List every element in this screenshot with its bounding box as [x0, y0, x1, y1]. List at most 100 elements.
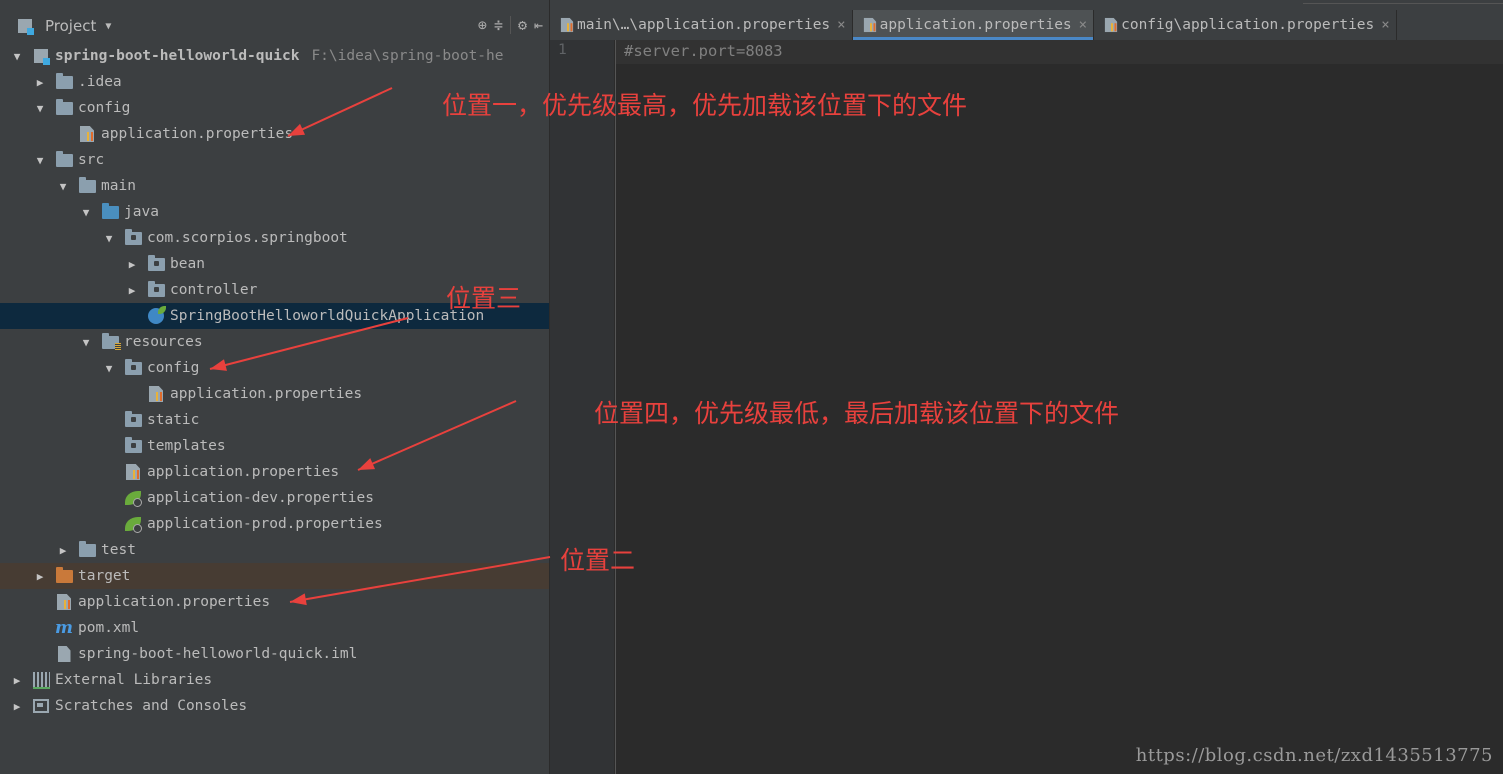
project-tree: ▼ spring-boot-helloworld-quick F:\idea\spr… [0, 43, 549, 719]
expand-arrow-down-icon[interactable]: ▼ [10, 50, 24, 63]
tree-row[interactable]: ▶application.properties [0, 459, 549, 485]
close-icon[interactable]: × [1381, 17, 1389, 33]
folder-icon [55, 98, 73, 116]
expand-arrow-down-icon[interactable]: ▼ [102, 362, 116, 375]
properties-file-icon [560, 17, 574, 33]
chevron-down-icon: ▼ [105, 20, 112, 32]
tree-item-label: SpringBootHelloworldQuickApplication [170, 308, 485, 324]
tree-row[interactable]: ▶application.properties [0, 121, 549, 147]
tree-row[interactable]: ▶ External Libraries [0, 667, 549, 693]
tree-row[interactable]: ▼ spring-boot-helloworld-quick F:\idea\spr… [0, 43, 549, 69]
tree-item-label: pom.xml [78, 620, 140, 636]
tree-row[interactable]: ▶application.properties [0, 589, 549, 615]
spring-config-icon [124, 516, 142, 533]
tree-item-label: application.properties [147, 464, 340, 480]
expand-arrow-right-icon[interactable]: ▶ [125, 258, 139, 271]
tree-item-label: application-dev.properties [147, 490, 374, 506]
expand-arrow-down-icon[interactable]: ▼ [33, 154, 47, 167]
close-icon[interactable]: × [1079, 17, 1087, 33]
hide-icon[interactable]: ⇤ [534, 16, 543, 34]
tree-item-label: com.scorpios.springboot [147, 230, 348, 246]
tree-item-label: spring-boot-helloworld-quick.iml [78, 646, 358, 662]
code-line-1[interactable]: #server.port=8083 [624, 42, 783, 60]
tree-row[interactable]: ▶static [0, 407, 549, 433]
panel-title: Project [45, 17, 97, 35]
package-icon [124, 410, 142, 428]
project-panel-header: Project ▼ ⊕ ≑ ⚙ ⇤ [0, 10, 549, 42]
tree-row[interactable]: ▼ resources [0, 329, 549, 355]
tree-row[interactable]: ▶application-dev.properties [0, 485, 549, 511]
tree-item-label: templates [147, 438, 226, 454]
tree-item-label: config [78, 100, 131, 116]
folder-icon [78, 540, 96, 558]
expand-arrow-right-icon[interactable]: ▶ [125, 284, 139, 297]
tree-row[interactable]: ▶mpom.xml [0, 615, 549, 641]
expand-arrow-right-icon[interactable]: ▶ [10, 700, 24, 713]
project-icon [32, 48, 50, 65]
package-icon [124, 228, 142, 246]
tree-row[interactable]: ▼ src [0, 147, 549, 173]
tree-row[interactable]: ▼ config [0, 355, 549, 381]
tree-item-label: config [147, 360, 200, 376]
scratches-icon [32, 698, 50, 714]
editor-tab-bar: main\…\application.properties × applicatio… [550, 10, 1503, 40]
tree-row[interactable]: ▶templates [0, 433, 549, 459]
expand-arrow-down-icon[interactable]: ▼ [102, 232, 116, 245]
tree-item-label: resources [124, 334, 203, 350]
tree-row[interactable]: ▶application-prod.properties [0, 511, 549, 537]
expand-arrow-down-icon[interactable]: ▼ [79, 206, 93, 219]
tab-label: config\application.properties [1121, 17, 1375, 33]
tree-item-label: java [124, 204, 159, 220]
close-icon[interactable]: × [837, 17, 845, 33]
properties-file-icon [863, 17, 876, 33]
annotation-note-1: 位置一，优先级最高，优先加载该位置下的文件 [442, 91, 968, 120]
folder-icon [55, 72, 73, 90]
folder-icon [55, 150, 73, 168]
tree-row[interactable]: ▶ bean [0, 251, 549, 277]
tree-row[interactable]: ▼ com.scorpios.springboot [0, 225, 549, 251]
top-strip-edge [1303, 0, 1503, 4]
tree-row[interactable]: ▶spring-boot-helloworld-quick.iml [0, 641, 549, 667]
collapse-icon[interactable]: ≑ [494, 16, 503, 34]
expand-arrow-down-icon[interactable]: ▼ [33, 102, 47, 115]
editor-tab[interactable]: application.properties × [852, 10, 1095, 40]
iml-file-icon [55, 646, 73, 662]
tree-row[interactable]: ▶ Scratches and Consoles [0, 693, 549, 719]
expand-arrow-down-icon[interactable]: ▼ [56, 180, 70, 193]
annotation-note-4: 位置四，优先级最低，最后加载该位置下的文件 [594, 399, 1120, 428]
annotation-note-2: 位置二 [560, 546, 636, 575]
gear-icon[interactable]: ⚙ [518, 16, 527, 34]
tree-item-label: application.properties [78, 594, 271, 610]
expand-arrow-right-icon[interactable]: ▶ [33, 570, 47, 583]
folder-icon [78, 176, 96, 194]
editor-tab[interactable]: config\application.properties × [1094, 10, 1397, 40]
tree-item-label: main [101, 178, 136, 194]
tree-item-label: test [101, 542, 136, 558]
toolbar-divider [509, 16, 511, 34]
watermark: https://blog.csdn.net/zxd1435513775 [1135, 745, 1493, 766]
annotation-note-3: 位置三 [446, 284, 522, 313]
tree-row[interactable]: ▶application.properties [0, 381, 549, 407]
tree-item-label: application.properties [101, 126, 294, 142]
tree-row[interactable]: ▼ main [0, 173, 549, 199]
package-icon [147, 254, 165, 272]
tree-row[interactable]: ▼ java [0, 199, 549, 225]
expand-arrow-right-icon[interactable]: ▶ [10, 674, 24, 687]
expand-arrow-right-icon[interactable]: ▶ [33, 76, 47, 89]
source-folder-icon [101, 202, 119, 220]
expand-arrow-down-icon[interactable]: ▼ [79, 336, 93, 349]
package-icon [124, 358, 142, 376]
tree-item-label: Scratches and Consoles [55, 698, 248, 714]
tree-item-label: application.properties [170, 386, 363, 402]
tree-item-label: External Libraries [55, 672, 213, 688]
spring-config-icon [124, 490, 142, 507]
target-icon[interactable]: ⊕ [478, 16, 487, 34]
tree-item-label: spring-boot-helloworld-quick [55, 48, 300, 64]
expand-arrow-right-icon[interactable]: ▶ [56, 544, 70, 557]
editor-tab[interactable]: main\…\application.properties × [550, 10, 853, 40]
properties-file-icon [124, 464, 142, 480]
tree-row[interactable]: ▶ target [0, 563, 549, 589]
tree-row[interactable]: ▶ test [0, 537, 549, 563]
project-view-selector[interactable]: Project ▼ [16, 17, 111, 35]
tree-item-label: src [78, 152, 105, 168]
